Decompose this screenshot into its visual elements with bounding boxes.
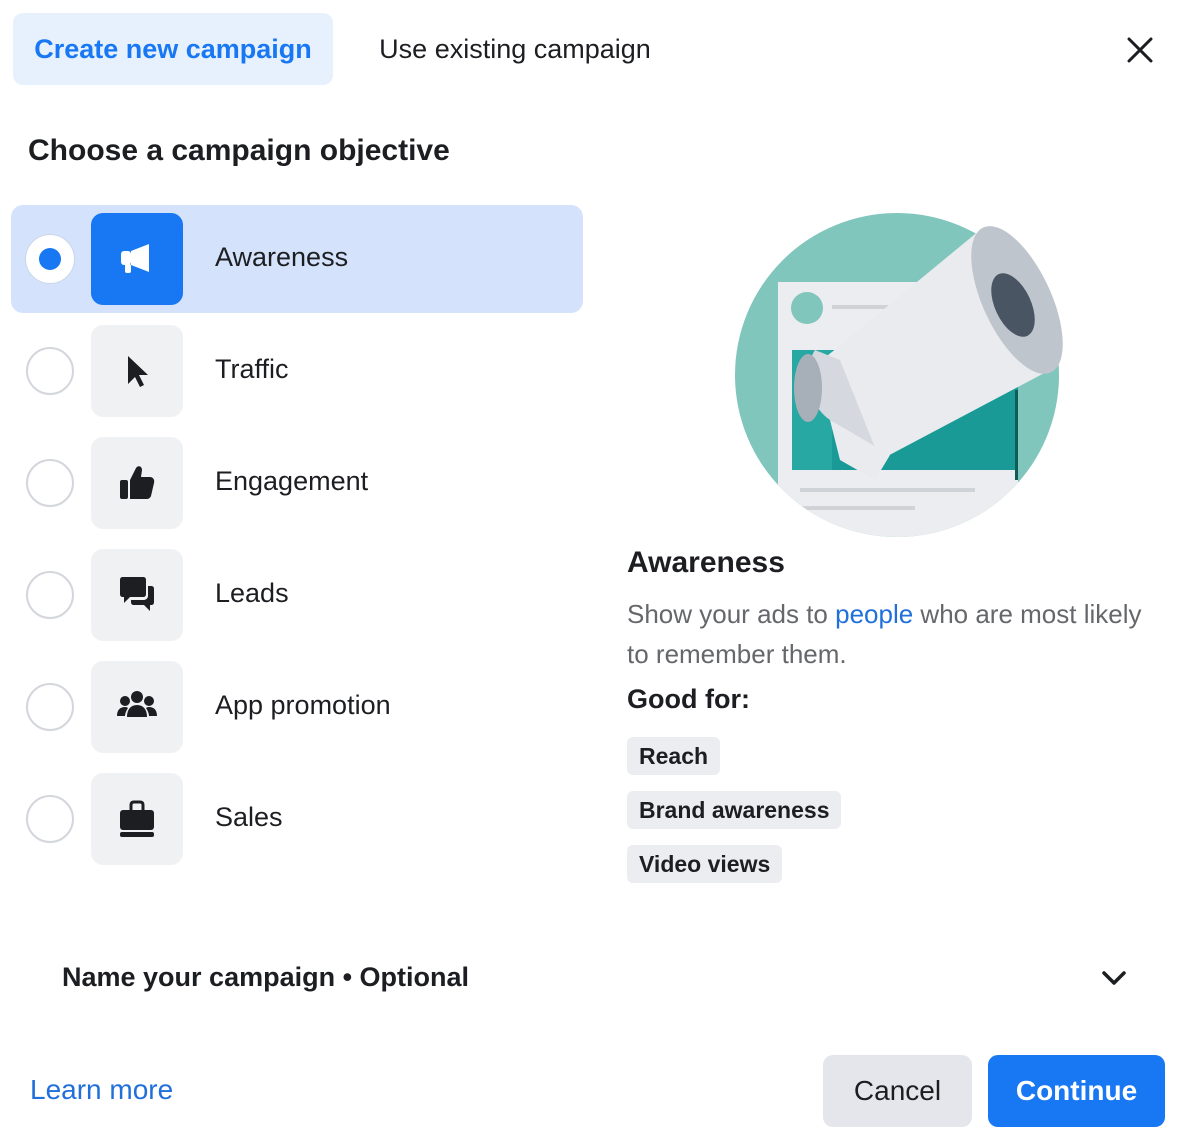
objective-app-promotion[interactable]: App promotion [11,653,583,761]
create-campaign-dialog: Create new campaign Use existing campaig… [0,0,1190,1147]
tab-use-existing-campaign[interactable]: Use existing campaign [352,13,678,85]
good-for-chip: Reach [627,737,721,775]
objective-engagement[interactable]: Engagement [11,429,583,537]
objective-label: App promotion [215,690,391,720]
close-button[interactable] [1112,22,1168,78]
shopping-bag-icon [120,800,154,837]
page-title: Choose a campaign objective [28,134,450,167]
objective-traffic[interactable]: Traffic [11,317,583,425]
continue-button[interactable]: Continue [988,1055,1165,1127]
objective-radio[interactable] [26,235,74,283]
close-icon [1127,37,1153,63]
objective-radio[interactable] [26,347,74,395]
objective-list: Awareness Traffic Engagement Leads App p… [11,205,583,877]
objective-icon-tile [91,325,183,417]
objective-icon-tile [91,773,183,865]
objective-radio[interactable] [26,683,74,731]
objective-icon-tile [91,437,183,529]
radio-selected-dot [39,248,61,270]
people-link[interactable]: people [835,599,913,629]
description-text: Show your ads to [627,599,836,629]
tab-create-new-campaign[interactable]: Create new campaign [13,13,333,85]
objective-label: Awareness [215,242,349,272]
good-for-chip: Video views [627,845,783,883]
good-for-label: Good for: [627,684,750,714]
objective-radio[interactable] [26,459,74,507]
learn-more-link[interactable]: Learn more [30,1074,173,1106]
people-group-icon [117,691,157,717]
chat-bubbles-icon [120,577,154,611]
name-campaign-expander[interactable]: Name your campaign • Optional [40,940,1150,1016]
objective-icon-tile [91,661,183,753]
objective-leads[interactable]: Leads [11,541,583,649]
objective-detail-title: Awareness [627,546,785,579]
objective-radio[interactable] [26,795,74,843]
awareness-illustration [730,210,1070,540]
objective-label: Traffic [215,354,289,384]
thumbs-up-icon [120,466,155,499]
objective-label: Leads [215,578,289,608]
name-campaign-label: Name your campaign • Optional [62,962,470,992]
objective-sales[interactable]: Sales [11,765,583,873]
good-for-chips: Reach Brand awareness Video views [627,737,842,899]
objective-label: Sales [215,802,283,832]
cancel-button[interactable]: Cancel [823,1055,972,1127]
good-for-chip: Brand awareness [627,791,842,829]
cursor-icon [128,356,148,387]
objective-detail-description: Show your ads to people who are most lik… [627,594,1147,674]
chevron-down-icon [1102,971,1126,985]
objective-label: Engagement [215,466,369,496]
megaphone-icon [121,244,149,273]
objective-radio[interactable] [26,571,74,619]
objective-icon-tile [91,549,183,641]
objective-awareness[interactable]: Awareness [11,205,583,313]
objective-icon-tile [91,213,183,305]
